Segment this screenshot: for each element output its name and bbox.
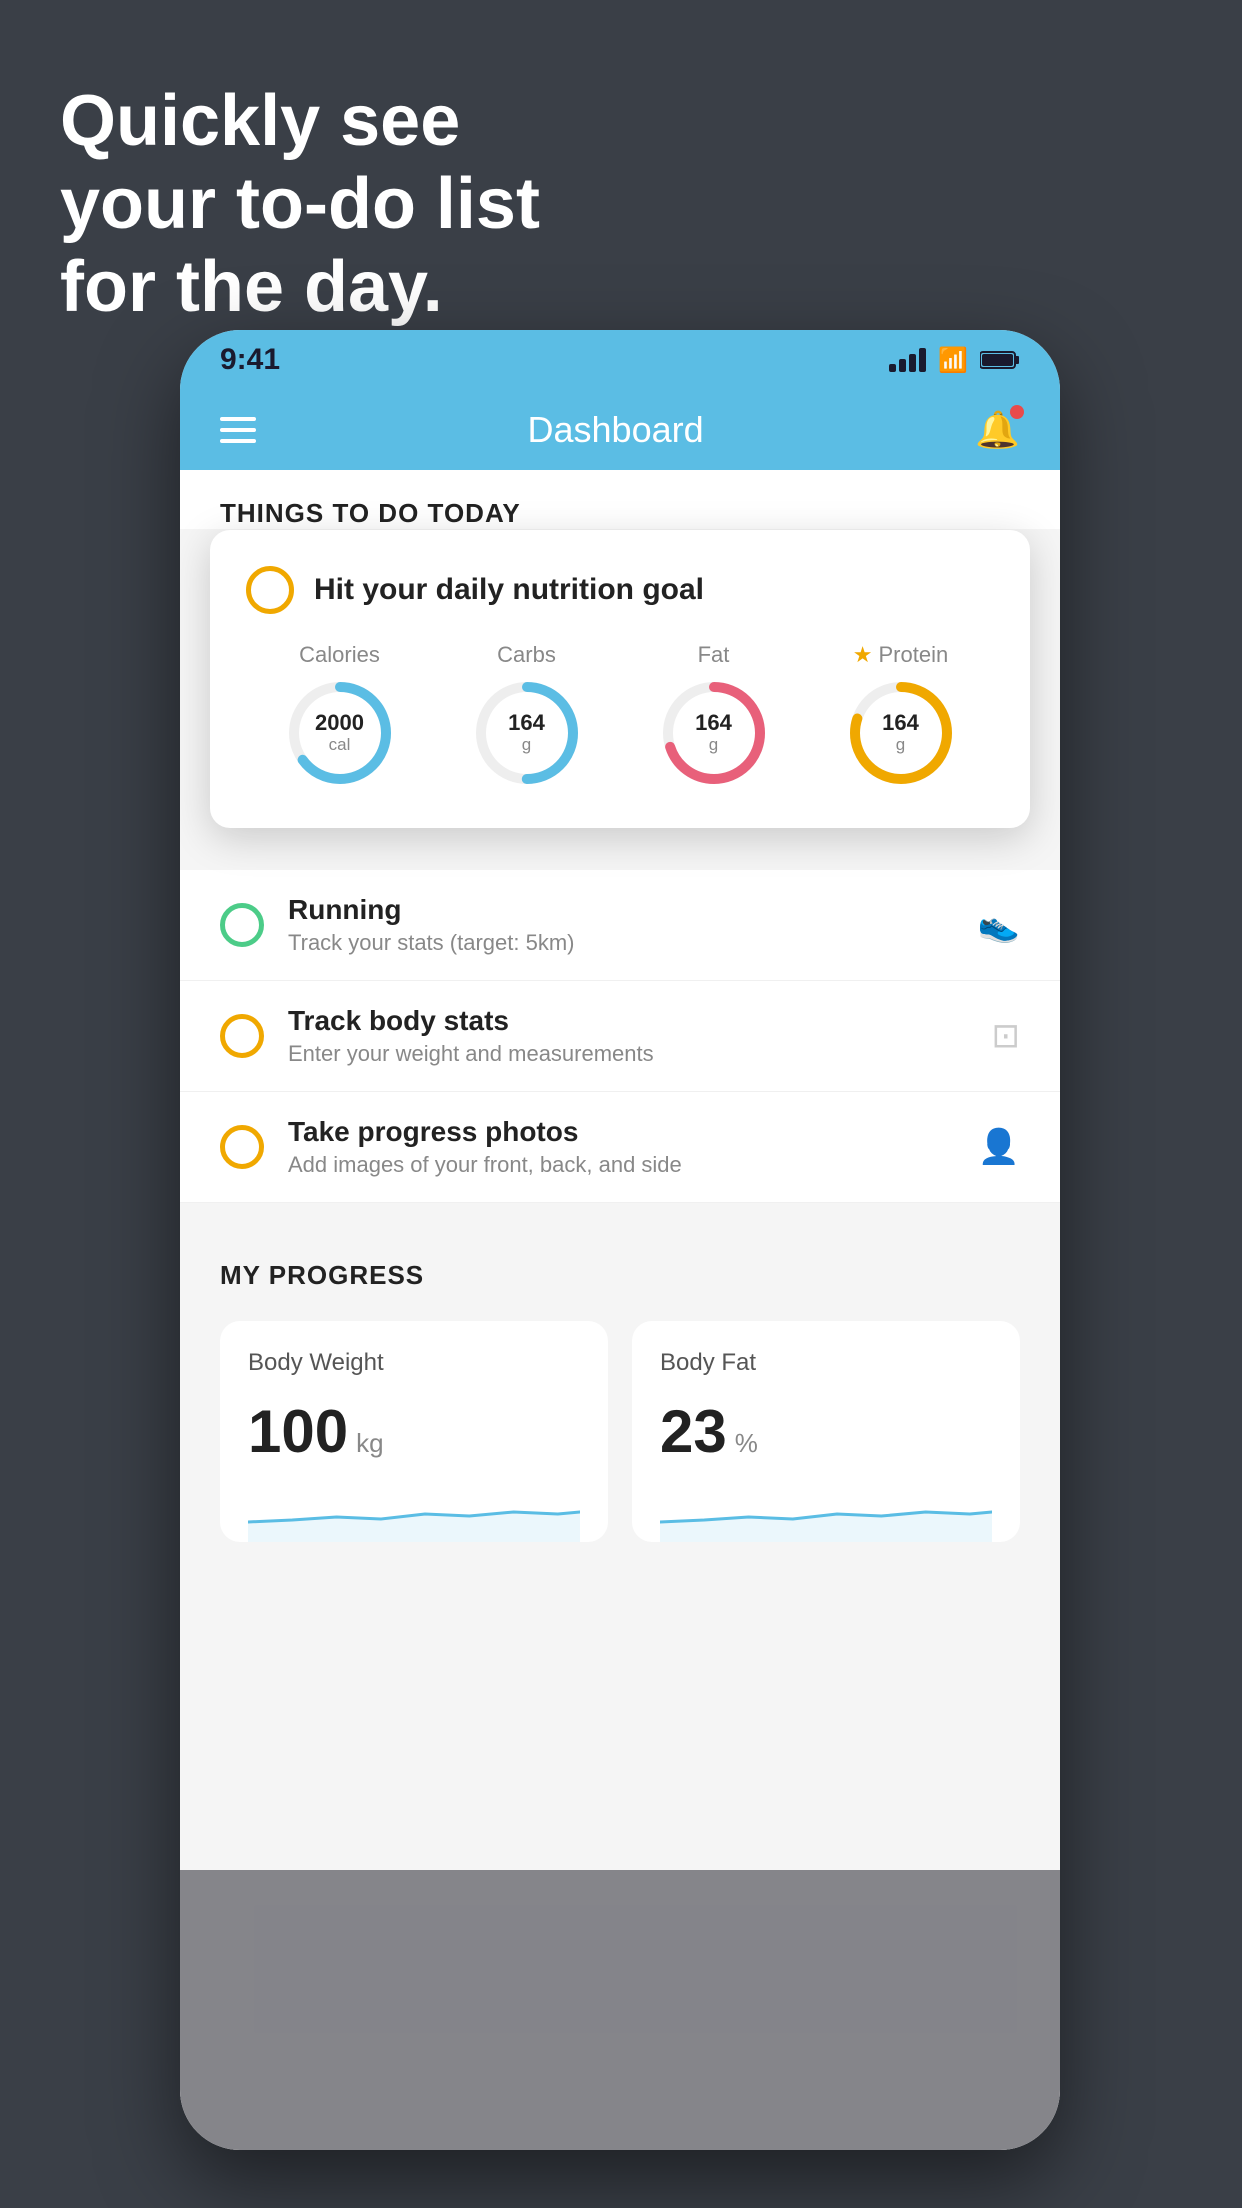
battery-icon	[980, 350, 1020, 370]
status-bar: 9:41 📶	[180, 330, 1060, 390]
todo-circle	[220, 1014, 264, 1058]
donut-center: 164 g	[695, 711, 732, 755]
donut-center: 164 g	[882, 711, 919, 755]
things-section-title: THINGS TO DO TODAY	[220, 498, 1020, 529]
progress-value: 100	[248, 1397, 348, 1466]
todo-subtitle: Track your stats (target: 5km)	[288, 930, 954, 956]
progress-unit: kg	[356, 1428, 383, 1459]
progress-card-body-weight[interactable]: Body Weight 100 kg	[220, 1321, 608, 1542]
progress-unit: %	[735, 1428, 758, 1459]
hero-line1: Quickly see	[60, 80, 540, 163]
todo-item[interactable]: Track body stats Enter your weight and m…	[180, 981, 1060, 1092]
wifi-icon: 📶	[938, 346, 968, 375]
todo-text: Track body stats Enter your weight and m…	[288, 1005, 968, 1067]
donut-fat: 164 g	[659, 678, 769, 788]
status-icons: 📶	[889, 346, 1020, 375]
progress-cards: Body Weight 100 kg Body Fat 23 %	[220, 1321, 1020, 1542]
todo-icon: ⊡	[992, 1016, 1021, 1056]
star-icon: ★	[853, 642, 873, 668]
donut-carbs: 164 g	[472, 678, 582, 788]
donut-protein: 164 g	[846, 678, 956, 788]
progress-card-body-fat[interactable]: Body Fat 23 %	[632, 1321, 1020, 1542]
progress-section: MY PROGRESS Body Weight 100 kg Body Fat …	[180, 1220, 1060, 1582]
nutrition-goal-card[interactable]: Hit your daily nutrition goal Calories 2…	[210, 530, 1030, 828]
macro-item-carbs: Carbs 164 g	[472, 642, 582, 788]
progress-value-row: 23 %	[660, 1397, 992, 1466]
progress-card-title: Body Weight	[248, 1349, 580, 1377]
macro-item-fat: Fat 164 g	[659, 642, 769, 788]
todo-icon: 👟	[978, 905, 1020, 945]
hero-line3: for the day.	[60, 246, 540, 329]
todo-item[interactable]: Take progress photos Add images of your …	[180, 1092, 1060, 1203]
card-title: Hit your daily nutrition goal	[314, 573, 704, 607]
todo-title: Running	[288, 894, 954, 926]
todo-title: Track body stats	[288, 1005, 968, 1037]
todo-text: Take progress photos Add images of your …	[288, 1116, 954, 1178]
todo-title: Take progress photos	[288, 1116, 954, 1148]
signal-icon	[889, 348, 926, 372]
goal-check-circle[interactable]	[246, 566, 294, 614]
macro-label-fat: Fat	[698, 642, 730, 668]
notification-button[interactable]: 🔔	[975, 409, 1020, 451]
chart-svg	[248, 1482, 580, 1542]
macro-label-calories: Calories	[299, 642, 380, 668]
macro-label-protein: ★Protein	[853, 642, 948, 668]
things-section-header: THINGS TO DO TODAY	[180, 470, 1060, 529]
menu-button[interactable]	[220, 417, 256, 443]
progress-title: MY PROGRESS	[220, 1260, 1020, 1291]
content-area: THINGS TO DO TODAY Hit your daily nutrit…	[180, 470, 1060, 2150]
donut-calories: 2000 cal	[285, 678, 395, 788]
progress-value-row: 100 kg	[248, 1397, 580, 1466]
todo-text: Running Track your stats (target: 5km)	[288, 894, 954, 956]
phone-shell: 9:41 📶 Dashboard 🔔	[180, 330, 1060, 2150]
hero-line2: your to-do list	[60, 163, 540, 246]
chart-svg	[660, 1482, 992, 1542]
hero-text: Quickly see your to-do list for the day.	[60, 80, 540, 328]
progress-chart	[660, 1482, 992, 1542]
progress-chart	[248, 1482, 580, 1542]
todo-subtitle: Enter your weight and measurements	[288, 1041, 968, 1067]
progress-value: 23	[660, 1397, 727, 1466]
macros-row: Calories 2000 cal Carbs 164 g Fat 164 g …	[246, 642, 994, 788]
donut-center: 164 g	[508, 711, 545, 755]
shadow-overlay	[180, 1870, 1060, 2150]
nav-title: Dashboard	[528, 409, 704, 451]
todo-item[interactable]: Running Track your stats (target: 5km) 👟	[180, 870, 1060, 981]
card-header-row: Hit your daily nutrition goal	[246, 566, 994, 614]
notification-badge	[1010, 405, 1024, 419]
macro-label-carbs: Carbs	[497, 642, 556, 668]
macro-item-protein: ★Protein 164 g	[846, 642, 956, 788]
donut-center: 2000 cal	[315, 711, 364, 755]
todo-icon: 👤	[978, 1127, 1020, 1167]
macro-item-calories: Calories 2000 cal	[285, 642, 395, 788]
nav-bar: Dashboard 🔔	[180, 390, 1060, 470]
todo-circle	[220, 1125, 264, 1169]
progress-card-title: Body Fat	[660, 1349, 992, 1377]
todo-subtitle: Add images of your front, back, and side	[288, 1152, 954, 1178]
status-time: 9:41	[220, 343, 280, 377]
todo-circle	[220, 903, 264, 947]
todo-list: Running Track your stats (target: 5km) 👟…	[180, 870, 1060, 1203]
